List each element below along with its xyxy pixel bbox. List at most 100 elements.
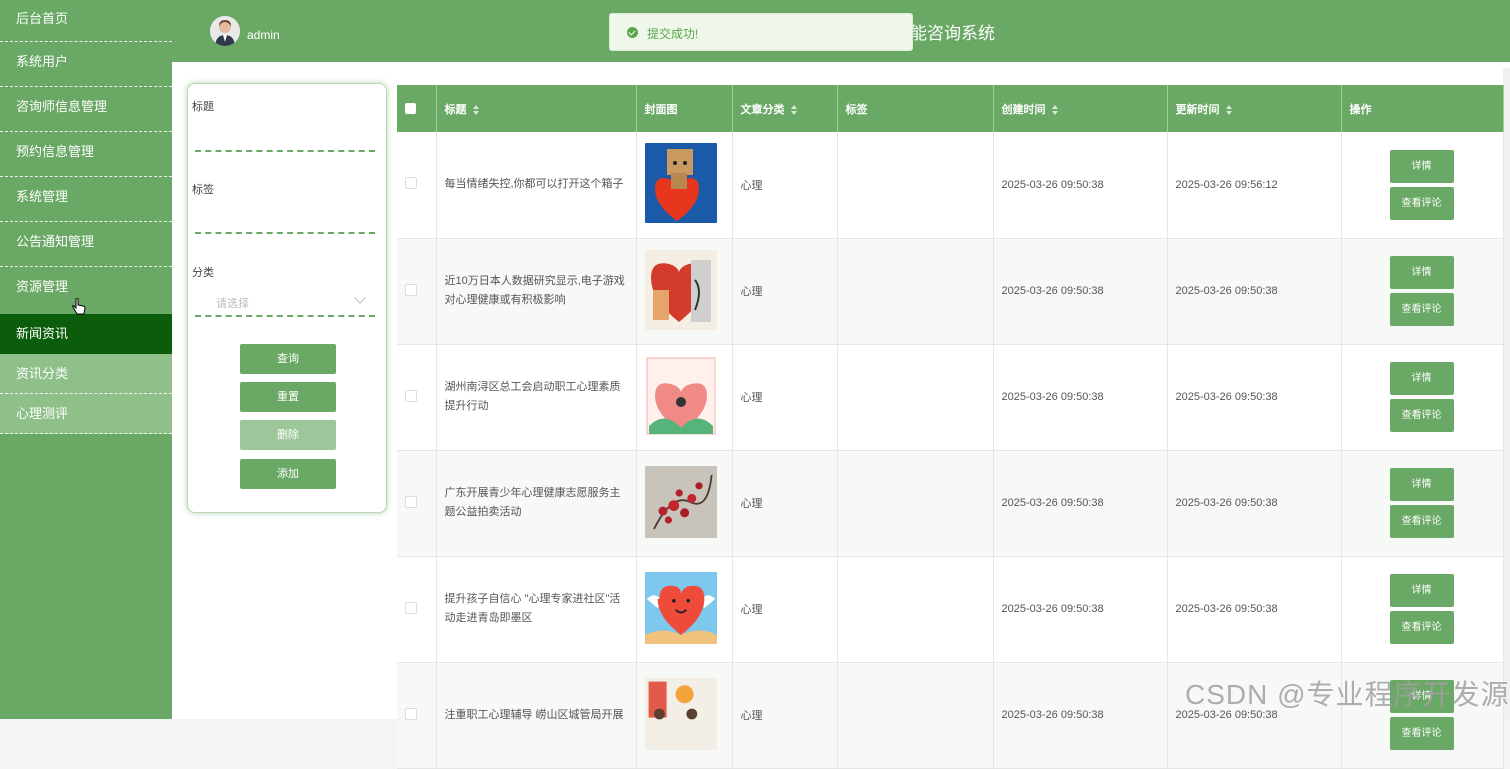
row-title: 每当情绪失控,你都可以打开这个箱子 bbox=[436, 132, 637, 239]
row-cover bbox=[636, 556, 733, 663]
row-created: 2025-03-26 09:50:38 bbox=[993, 556, 1168, 663]
view-comments-button[interactable]: 查看评论 bbox=[1389, 293, 1454, 326]
row-checkbox[interactable] bbox=[405, 389, 417, 402]
header-select-all[interactable] bbox=[397, 85, 437, 132]
category-select[interactable]: 请选择 bbox=[216, 295, 249, 311]
row-category: 心理 bbox=[732, 662, 838, 769]
row-cover bbox=[636, 450, 733, 557]
category-underline bbox=[195, 315, 375, 317]
table-row: 提升孩子自信心 "心理专家进社区"活动走进青岛即墨区 心理 2025-03-26… bbox=[397, 556, 1504, 663]
header-tags: 标签 bbox=[837, 85, 994, 132]
row-created: 2025-03-26 09:50:38 bbox=[993, 450, 1168, 557]
cover-image bbox=[644, 571, 717, 644]
system-title: 能咨询系统 bbox=[910, 24, 995, 43]
row-checkbox[interactable] bbox=[405, 495, 417, 508]
detail-button[interactable]: 详情 bbox=[1389, 468, 1454, 501]
sidebar-item-news[interactable]: 新闻资讯 bbox=[0, 314, 172, 354]
header-cover: 封面图 bbox=[636, 85, 733, 132]
view-comments-button[interactable]: 查看评论 bbox=[1389, 611, 1454, 644]
header-category[interactable]: 文章分类 bbox=[732, 85, 838, 132]
detail-button[interactable]: 详情 bbox=[1389, 574, 1454, 607]
row-title: 湖州南浔区总工会启动职工心理素质提升行动 bbox=[436, 344, 637, 451]
row-checkbox[interactable] bbox=[405, 177, 417, 190]
row-updated: 2025-03-26 09:50:38 bbox=[1167, 238, 1342, 345]
row-cover bbox=[636, 662, 733, 769]
table-row: 湖州南浔区总工会启动职工心理素质提升行动 心理 2025-03-26 09:50… bbox=[397, 344, 1504, 451]
cover-image bbox=[644, 143, 717, 224]
row-cover bbox=[636, 238, 733, 345]
row-cover bbox=[636, 344, 733, 451]
view-comments-button[interactable]: 查看评论 bbox=[1389, 399, 1454, 432]
table-row: 近10万日本人数据研究显示,电子游戏对心理健康或有积极影响 心理 2025-03… bbox=[397, 238, 1504, 345]
row-tags bbox=[837, 556, 994, 663]
view-comments-button[interactable]: 查看评论 bbox=[1389, 717, 1454, 750]
sidebar-item-appointments[interactable]: 预约信息管理 bbox=[0, 132, 172, 177]
select-all-checkbox[interactable] bbox=[405, 103, 416, 115]
query-button[interactable]: 查询 bbox=[240, 344, 336, 374]
sidebar-item-announcements[interactable]: 公告通知管理 bbox=[0, 222, 172, 267]
row-title: 提升孩子自信心 "心理专家进社区"活动走进青岛即墨区 bbox=[436, 556, 637, 663]
tag-field-label: 标签 bbox=[192, 184, 214, 196]
sort-icon[interactable] bbox=[1225, 104, 1232, 115]
tag-input[interactable] bbox=[195, 232, 375, 234]
sidebar-item-psych-assessment[interactable]: 心理测评 bbox=[0, 394, 172, 434]
scrollbar[interactable] bbox=[1503, 68, 1510, 719]
row-cover bbox=[636, 132, 733, 239]
cover-image bbox=[644, 355, 717, 436]
header-title[interactable]: 标题 bbox=[436, 85, 637, 132]
row-updated: 2025-03-26 09:50:38 bbox=[1167, 344, 1342, 451]
cover-image bbox=[644, 465, 717, 538]
header-actions: 操作 bbox=[1341, 85, 1504, 132]
reset-button[interactable]: 重置 bbox=[240, 382, 336, 412]
check-circle-icon bbox=[627, 27, 638, 38]
row-created: 2025-03-26 09:50:38 bbox=[993, 662, 1168, 769]
row-tags bbox=[837, 662, 994, 769]
watermark: CSDN @专业程序开发源 bbox=[1185, 679, 1510, 710]
row-tags bbox=[837, 344, 994, 451]
search-panel: 标题 标签 分类 请选择 查询 重置 删除 添加 bbox=[187, 83, 387, 513]
detail-button[interactable]: 详情 bbox=[1389, 149, 1454, 183]
detail-button[interactable]: 详情 bbox=[1389, 362, 1454, 395]
sidebar-item-system-management[interactable]: 系统管理 bbox=[0, 177, 172, 222]
news-table: 标题 封面图 文章分类 标签 创建时间 更新时间 操作 每当情绪失控,你都可以打… bbox=[397, 85, 1504, 769]
table-header-row: 标题 封面图 文章分类 标签 创建时间 更新时间 操作 bbox=[397, 85, 1504, 132]
sidebar-item-home[interactable]: 后台首页 bbox=[0, 0, 172, 42]
delete-button[interactable]: 删除 bbox=[240, 420, 336, 450]
row-checkbox[interactable] bbox=[405, 283, 417, 296]
sort-icon[interactable] bbox=[472, 104, 479, 115]
sort-icon[interactable] bbox=[790, 104, 797, 115]
cover-image bbox=[644, 677, 717, 750]
title-field-label: 标题 bbox=[192, 101, 214, 113]
sidebar-item-news-category[interactable]: 资讯分类 bbox=[0, 354, 172, 394]
row-checkbox[interactable] bbox=[405, 707, 417, 720]
sidebar-item-system-users[interactable]: 系统用户 bbox=[0, 42, 172, 87]
row-created: 2025-03-26 09:50:38 bbox=[993, 132, 1168, 239]
category-field-label: 分类 bbox=[192, 267, 214, 279]
row-updated: 2025-03-26 09:50:38 bbox=[1167, 556, 1342, 663]
row-title: 近10万日本人数据研究显示,电子游戏对心理健康或有积极影响 bbox=[436, 238, 637, 345]
row-category: 心理 bbox=[732, 238, 838, 345]
detail-button[interactable]: 详情 bbox=[1389, 256, 1454, 289]
add-button[interactable]: 添加 bbox=[240, 459, 336, 489]
sidebar-item-resources[interactable]: 资源管理 bbox=[0, 267, 172, 314]
row-title: 广东开展青少年心理健康志愿服务主题公益拍卖活动 bbox=[436, 450, 637, 557]
table-row: 广东开展青少年心理健康志愿服务主题公益拍卖活动 心理 2025-03-26 09… bbox=[397, 450, 1504, 557]
chevron-down-icon[interactable] bbox=[354, 292, 366, 304]
view-comments-button[interactable]: 查看评论 bbox=[1389, 186, 1454, 220]
header-created[interactable]: 创建时间 bbox=[993, 85, 1168, 132]
view-comments-button[interactable]: 查看评论 bbox=[1389, 505, 1454, 538]
success-toast: 提交成功! bbox=[609, 13, 913, 51]
hand-cursor-icon bbox=[72, 298, 86, 315]
avatar[interactable] bbox=[210, 16, 240, 46]
row-updated: 2025-03-26 09:50:38 bbox=[1167, 450, 1342, 557]
sidebar-item-counselor-info[interactable]: 咨询师信息管理 bbox=[0, 87, 172, 132]
title-input[interactable] bbox=[195, 150, 375, 152]
row-tags bbox=[837, 238, 994, 345]
header-updated[interactable]: 更新时间 bbox=[1167, 85, 1342, 132]
row-created: 2025-03-26 09:50:38 bbox=[993, 238, 1168, 345]
row-checkbox[interactable] bbox=[405, 601, 417, 614]
table-row: 每当情绪失控,你都可以打开这个箱子 心理 2025-03-26 09:50:38… bbox=[397, 132, 1504, 239]
row-tags bbox=[837, 450, 994, 557]
sort-icon[interactable] bbox=[1051, 104, 1058, 115]
row-category: 心理 bbox=[732, 132, 838, 239]
